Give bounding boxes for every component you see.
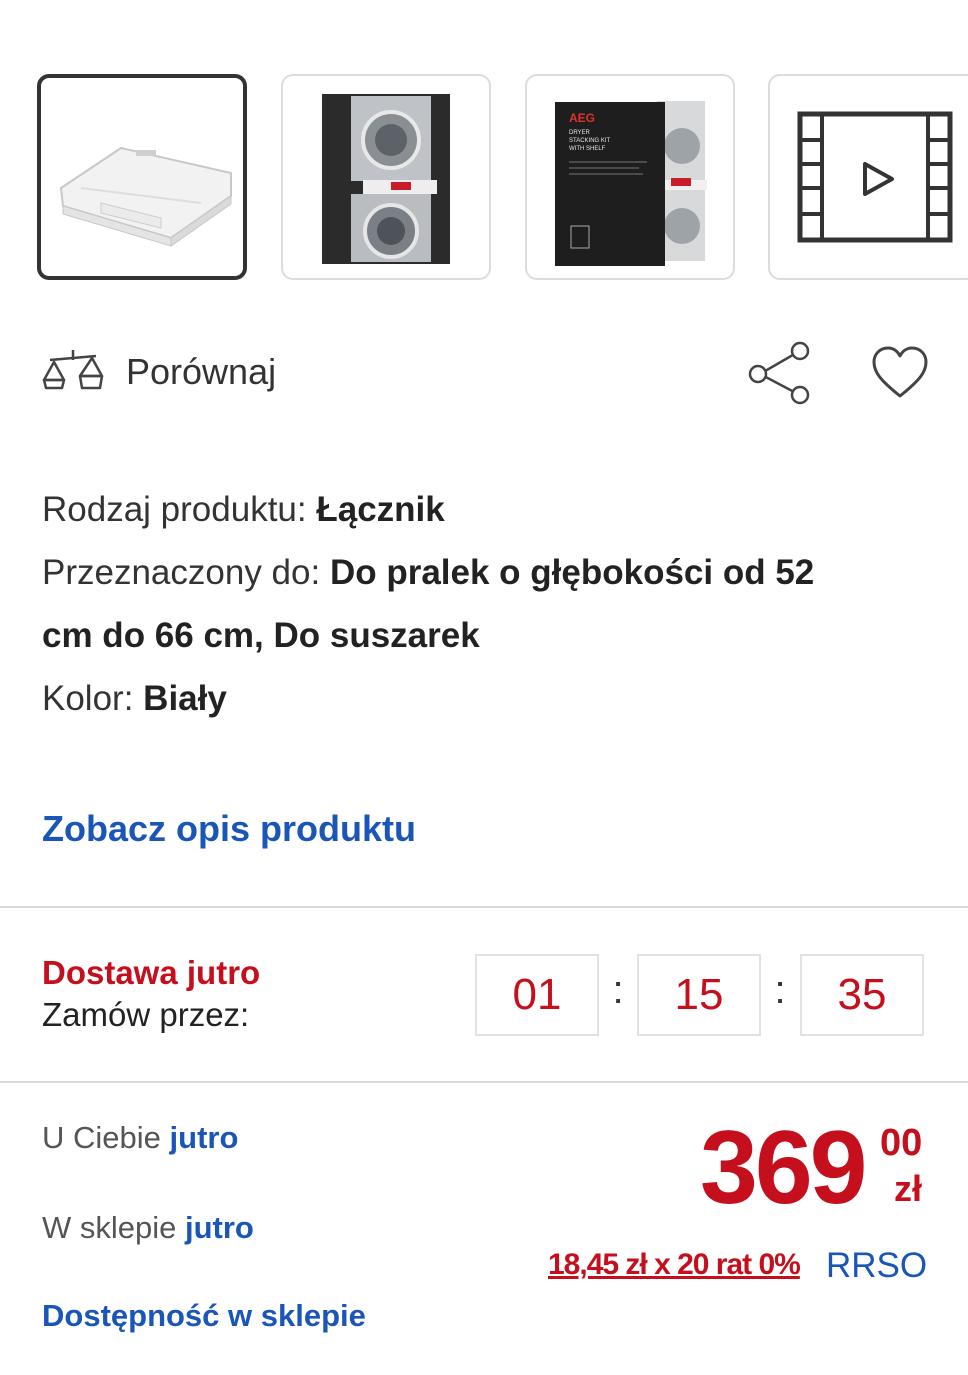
- spec-purpose-value-line2: cm do 66 cm, Do suszarek: [42, 616, 480, 655]
- box-line-2: DRYER: [569, 130, 591, 136]
- spec-color-label: Kolor:: [42, 679, 134, 718]
- countdown-separator: :: [612, 968, 624, 1012]
- scales-icon: [42, 350, 104, 390]
- installment-link[interactable]: 18,45 zł x 20 rat 0%: [548, 1248, 801, 1282]
- heart-icon: [872, 346, 928, 398]
- order-by-label: Zamów przez:: [42, 996, 250, 1033]
- spec-purpose-value-line1: Do pralek o głębokości od 52: [329, 553, 815, 592]
- price-integer: 369: [700, 1110, 868, 1226]
- gallery-thumb-2[interactable]: [281, 74, 491, 280]
- product-photo-shelf: [59, 146, 232, 247]
- gallery-thumb-1[interactable]: [37, 74, 247, 280]
- spec-purpose-label: Przeznaczony do:: [42, 553, 321, 592]
- divider-bottom: [0, 1081, 968, 1083]
- availability-home: U Ciebie jutro: [42, 1120, 238, 1156]
- compare-button[interactable]: Porównaj: [40, 342, 276, 402]
- delivery-title: Dostawa jutro: [42, 954, 261, 991]
- share-icon: [748, 341, 810, 405]
- share-button[interactable]: [744, 340, 814, 406]
- spec-type-value: Łącznik: [316, 490, 445, 529]
- availability-store-value: jutro: [185, 1210, 254, 1245]
- spec-type-label: Rodzaj produktu:: [42, 490, 307, 529]
- compare-label: Porównaj: [126, 351, 277, 392]
- favorite-button[interactable]: [870, 344, 930, 400]
- availability-store-label: W sklepie: [42, 1210, 177, 1245]
- box-brand: AEG: [569, 111, 595, 125]
- spec-purpose: Przeznaczony do: Do pralek o głębokości …: [42, 541, 912, 604]
- gallery-thumb-4[interactable]: [768, 74, 968, 280]
- store-availability-link[interactable]: Dostępność w sklepie: [42, 1298, 366, 1334]
- photo-stacked-machines: [322, 94, 450, 264]
- availability-store: W sklepie jutro: [42, 1210, 254, 1246]
- video-icon: [797, 111, 953, 243]
- price-decimal: 00: [880, 1122, 923, 1164]
- product-description-link[interactable]: Zobacz opis produktu: [42, 808, 416, 850]
- countdown-hours: 01: [475, 954, 599, 1036]
- countdown-minutes: 15: [637, 954, 761, 1036]
- spec-type: Rodzaj produktu: Łącznik: [42, 478, 912, 541]
- divider-top: [0, 906, 968, 908]
- rrso-link[interactable]: RRSO: [826, 1246, 927, 1286]
- availability-home-value: jutro: [169, 1120, 239, 1155]
- availability-home-label: U Ciebie: [42, 1120, 161, 1155]
- photo-aeg-box: AEG DRYER STACKING KIT WITH SHELF: [555, 101, 707, 266]
- spec-purpose-cont: cm do 66 cm, Do suszarek: [42, 604, 912, 667]
- gallery-thumb-3[interactable]: AEG DRYER STACKING KIT WITH SHELF: [525, 74, 735, 280]
- delivery-info: Dostawa jutro Zamów przez:: [42, 952, 260, 1036]
- spec-color: Kolor: Biały: [42, 667, 912, 730]
- countdown-separator: :: [774, 968, 786, 1012]
- price-currency: zł: [894, 1168, 923, 1209]
- box-line-4: WITH SHELF: [569, 146, 606, 152]
- countdown-seconds: 35: [800, 954, 924, 1036]
- spec-color-value: Biały: [143, 679, 227, 718]
- box-line-3: STACKING KIT: [569, 138, 611, 144]
